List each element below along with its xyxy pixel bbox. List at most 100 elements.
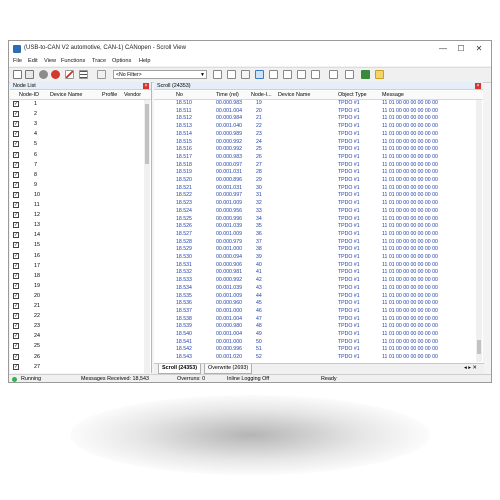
list-item[interactable]: ✓ 27	[10, 363, 151, 371]
col-no[interactable]: No	[176, 91, 183, 99]
close-button[interactable]: ✕	[471, 43, 487, 55]
table-row[interactable]: 18.539 00.000.980 48 TPDO #1 11 01 00 00 00 …	[154, 323, 483, 330]
table-row[interactable]: 18.525 00.000.996 34 TPDO #1 11 01 00 00 00 …	[154, 216, 483, 223]
maximize-button[interactable]: ☐	[453, 43, 469, 55]
list-item[interactable]: ✓ 21	[10, 302, 151, 310]
table-row[interactable]: 18.536 00.000.960 45 TPDO #1 11 01 00 00 00 …	[154, 300, 483, 307]
node-checkbox[interactable]: ✓	[13, 353, 19, 360]
node-checkbox[interactable]: ✓	[13, 313, 19, 320]
node-checkbox[interactable]: ✓	[13, 161, 19, 168]
menu-trace[interactable]: Trace	[92, 58, 106, 64]
grid-icon[interactable]	[329, 70, 338, 79]
node-checkbox[interactable]: ✓	[13, 333, 19, 340]
col-node-id[interactable]: Node-ID	[19, 91, 39, 99]
table-row[interactable]: 18.526 00.001.039 35 TPDO #1 11 01 00 00 00 …	[154, 223, 483, 230]
table-row[interactable]: 18.515 00.000.992 24 TPDO #1 11 01 00 00 00 …	[154, 139, 483, 146]
list-icon[interactable]	[79, 70, 88, 79]
table-row[interactable]: 18.535 00.001.009 44 TPDO #1 11 01 00 00 00 …	[154, 293, 483, 300]
help-icon[interactable]	[375, 70, 384, 79]
table-row[interactable]: 18.542 00.000.996 51 TPDO #1 11 01 00 00 00 …	[154, 346, 483, 353]
node-checkbox[interactable]: ✓	[13, 303, 19, 309]
node-checkbox[interactable]: ✓	[13, 191, 19, 198]
col-profile[interactable]: Profile	[102, 91, 117, 99]
table-row[interactable]: 18.516 00.000.992 25 TPDO #1 11 01 00 00 00 …	[154, 146, 483, 153]
col-object-type[interactable]: Object Type	[338, 91, 367, 99]
list-item[interactable]: ✓ 5	[10, 140, 151, 148]
table-row[interactable]: 18.518 00.000.097 27 TPDO #1 11 01 00 00 00 …	[154, 162, 483, 169]
open-icon[interactable]	[25, 70, 34, 79]
list-item[interactable]: ✓ 4	[10, 130, 151, 138]
hex-icon[interactable]	[255, 70, 264, 79]
list-item[interactable]: ✓ 11	[10, 201, 151, 209]
filter-select[interactable]: <No Filter> ▼	[113, 70, 207, 79]
table-row[interactable]: 18.527 00.001.009 36 TPDO #1 11 01 00 00 00 …	[154, 231, 483, 238]
node-checkbox[interactable]: ✓	[13, 252, 19, 259]
table-row[interactable]: 18.534 00.001.039 43 TPDO #1 11 01 00 00 00 …	[154, 285, 483, 292]
node-checkbox[interactable]: ✓	[13, 363, 19, 370]
dec-icon[interactable]	[269, 70, 278, 79]
list-item[interactable]: ✓ 17	[10, 262, 151, 270]
table-row[interactable]: 18.517 00.000.983 26 TPDO #1 11 01 00 00 00 …	[154, 154, 483, 161]
node-checkbox[interactable]: ✓	[13, 282, 19, 289]
node-list-scrollbar[interactable]	[144, 100, 150, 382]
columns-icon[interactable]	[241, 70, 250, 79]
close-icon[interactable]: ×	[143, 83, 149, 89]
list-item[interactable]: ✓ 12	[10, 211, 151, 219]
scrollbar-thumb[interactable]	[477, 340, 481, 354]
menu-file[interactable]: File	[13, 58, 22, 64]
table-row[interactable]: 18.511 00.001.004 20 TPDO #1 11 01 00 00 00 …	[154, 108, 483, 115]
col-device-name[interactable]: Device Name	[50, 91, 82, 99]
list-item[interactable]: ✓ 6	[10, 151, 151, 159]
table-row[interactable]: 18.543 00.001.020 52 TPDO #1 11 01 00 00 00 …	[154, 354, 483, 361]
node-checkbox[interactable]: ✓	[13, 212, 19, 219]
col-device-name[interactable]: Device Name	[278, 91, 310, 99]
node-checkbox[interactable]: ✓	[13, 262, 19, 269]
list-item[interactable]: ✓ 1	[10, 100, 151, 108]
table-row[interactable]: 18.523 00.001.009 32 TPDO #1 11 01 00 00 00 …	[154, 200, 483, 207]
table-row[interactable]: 18.537 00.001.000 46 TPDO #1 11 01 00 00 00 …	[154, 308, 483, 315]
node-checkbox[interactable]: ✓	[13, 111, 19, 118]
new-icon[interactable]	[13, 70, 22, 79]
table-icon[interactable]	[297, 70, 306, 79]
node-checkbox[interactable]: ✓	[13, 121, 19, 128]
list-item[interactable]: ✓ 10	[10, 191, 151, 199]
node-checkbox[interactable]: ✓	[13, 131, 19, 138]
table-row[interactable]: 18.540 00.001.004 49 TPDO #1 11 01 00 00 00 …	[154, 331, 483, 338]
table-row[interactable]: 18.528 00.000.979 37 TPDO #1 11 01 00 00 00 …	[154, 239, 483, 246]
table-row[interactable]: 18.530 00.000.094 39 TPDO #1 11 01 00 00 00 …	[154, 254, 483, 261]
minimize-button[interactable]: —	[435, 43, 451, 55]
table-row[interactable]: 18.531 00.000.906 40 TPDO #1 11 01 00 00 00 …	[154, 262, 483, 269]
menu-view[interactable]: View	[44, 58, 56, 64]
table-row[interactable]: 18.524 00.000.956 33 TPDO #1 11 01 00 00 00 …	[154, 208, 483, 215]
menu-functions[interactable]: Functions	[61, 58, 85, 64]
filter-icon[interactable]	[97, 70, 106, 79]
list-item[interactable]: ✓ 20	[10, 292, 151, 300]
save-icon[interactable]	[361, 70, 370, 79]
table-row[interactable]: 18.541 00.001.000 50 TPDO #1 11 01 00 00 00 …	[154, 339, 483, 346]
list-item[interactable]: ✓ 14	[10, 231, 151, 239]
tab-scroll[interactable]: Scroll (24353)	[158, 364, 202, 374]
edit-icon[interactable]	[65, 70, 74, 79]
table-row[interactable]: 18.514 00.000.989 23 TPDO #1 11 01 00 00 00 …	[154, 131, 483, 138]
col-time[interactable]: Time (rel)	[216, 91, 239, 99]
table-row[interactable]: 18.529 00.001.000 38 TPDO #1 11 01 00 00 00 …	[154, 246, 483, 253]
menu-edit[interactable]: Edit	[28, 58, 38, 64]
col-message[interactable]: Message	[382, 91, 404, 99]
clock-icon[interactable]	[213, 70, 222, 79]
tab-nav-icon[interactable]: ◂ ▸ ✕	[464, 364, 477, 373]
table-row[interactable]: 18.533 00.000.992 42 TPDO #1 11 01 00 00 00 …	[154, 277, 483, 284]
table-row[interactable]: 18.522 00.000.997 31 TPDO #1 11 01 00 00 00 …	[154, 192, 483, 199]
node-checkbox[interactable]: ✓	[13, 141, 19, 148]
menu-options[interactable]: Options	[112, 58, 131, 64]
table-row[interactable]: 18.513 00.001.040 22 TPDO #1 11 01 00 00 00 …	[154, 123, 483, 130]
list-item[interactable]: ✓ 24	[10, 332, 151, 340]
export-icon[interactable]	[345, 70, 354, 79]
node-checkbox[interactable]: ✓	[13, 272, 19, 279]
text-icon[interactable]	[283, 70, 292, 79]
scrollbar-thumb[interactable]	[145, 104, 149, 164]
table-row[interactable]: 18.510 00.000.983 19 TPDO #1 11 01 00 00 00 …	[154, 100, 483, 107]
list-item[interactable]: ✓ 15	[10, 241, 151, 249]
table-row[interactable]: 18.538 00.001.004 47 TPDO #1 11 01 00 00 00 …	[154, 316, 483, 323]
node-checkbox[interactable]: ✓	[13, 292, 19, 299]
tab-overwrite[interactable]: Overwrite (2693)	[204, 364, 253, 374]
